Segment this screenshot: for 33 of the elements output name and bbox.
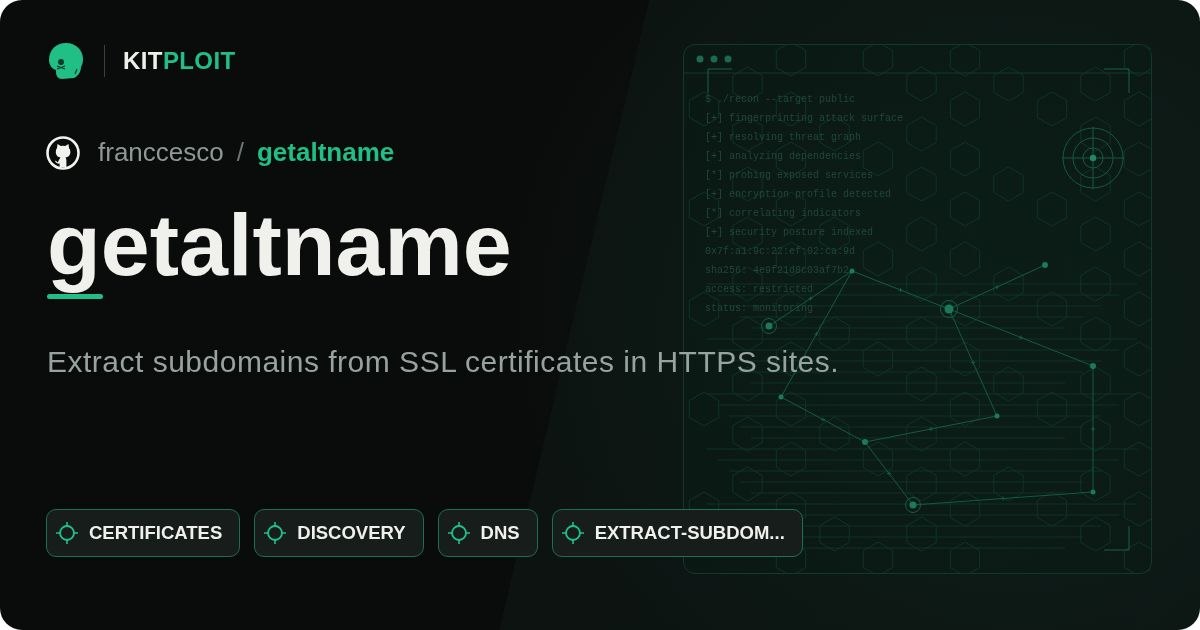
- cat-circle-icon: [46, 136, 80, 170]
- crosshair-icon: [264, 522, 287, 544]
- tag-label: EXTRACT-SUBDOM...: [594, 522, 785, 544]
- graph-node: [1090, 363, 1096, 369]
- crosshair-icon: [56, 522, 78, 544]
- corner-bracket-icon: [1103, 525, 1130, 551]
- tag-label: DNS: [480, 522, 520, 544]
- repo-owner: franccesco: [98, 137, 224, 169]
- brand-name: KITPLOIT: [123, 49, 236, 73]
- target-reticle-icon: [1061, 126, 1125, 190]
- crosshair-icon: [447, 522, 470, 544]
- graph-node: [940, 300, 958, 318]
- graph-node: [862, 439, 868, 445]
- head-silhouette-icon: [48, 42, 84, 80]
- crosshair-icon: [561, 522, 584, 544]
- graph-node: [1042, 262, 1048, 268]
- graph-node: [994, 413, 1000, 419]
- repo-name: getaltname: [256, 137, 395, 169]
- corner-bracket-icon: [707, 68, 733, 94]
- path-separator: /: [236, 137, 244, 169]
- window-dot-icon: [696, 55, 704, 63]
- graph-node: [761, 318, 777, 334]
- window-dot-icon: [710, 55, 718, 63]
- graph-node: [849, 268, 855, 274]
- graph-node: [778, 394, 784, 400]
- graph-node: [1090, 489, 1096, 495]
- corner-bracket-icon: [1103, 68, 1130, 94]
- description: Extract subdomains from SSL certificates in HTTPS sites.: [47, 344, 840, 380]
- window-dot-icon: [724, 55, 732, 63]
- tag-label: DISCOVERY: [297, 522, 406, 544]
- graph-node: [905, 497, 921, 513]
- accent-underline: [47, 294, 103, 299]
- tag-label: CERTIFICATES: [89, 522, 223, 544]
